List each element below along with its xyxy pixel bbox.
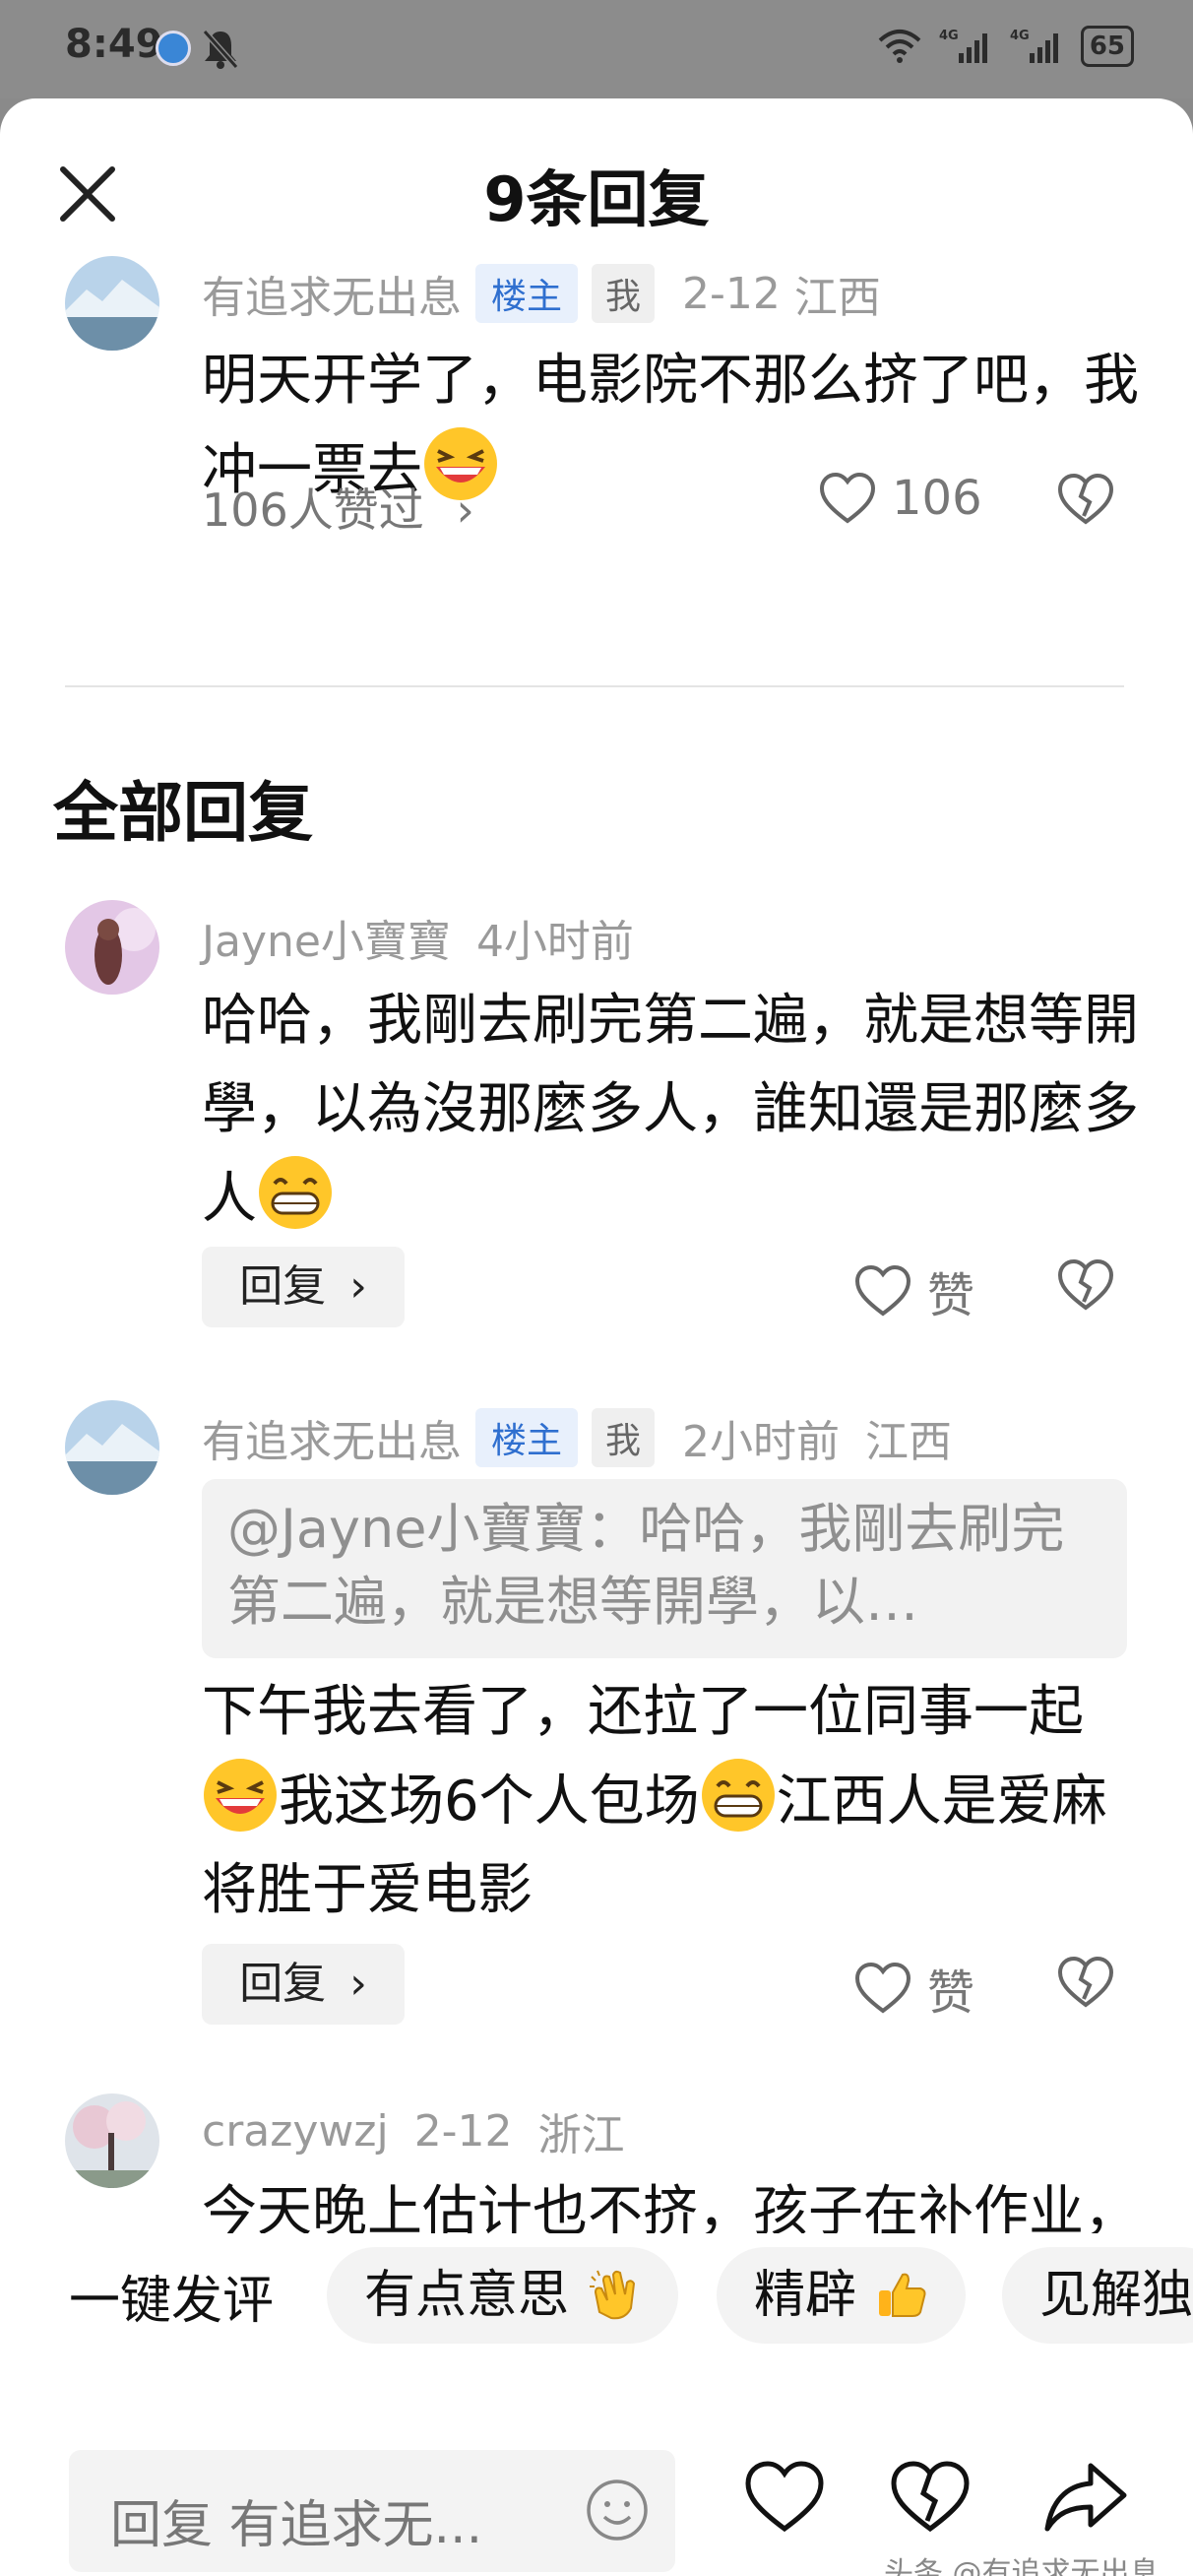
author-name[interactable]: 有追求无出息 xyxy=(202,1406,462,1469)
like-count: 106 xyxy=(892,471,982,526)
status-time: 8:49 xyxy=(65,22,163,67)
reply-time: 2小时前 xyxy=(682,1417,841,1467)
divider xyxy=(65,685,1124,687)
heart-icon[interactable] xyxy=(744,2460,825,2535)
like-label: 赞 xyxy=(927,1965,975,2021)
reply-text-part1: 下午我去看了，还拉了一位同事一起 xyxy=(202,1680,1084,1744)
comment-location: 江西 xyxy=(793,273,881,323)
reply-meta: Jayne小寶寶 4小时前 xyxy=(202,906,634,969)
like-label: 赞 xyxy=(927,1268,975,1323)
reply-location: 江西 xyxy=(865,1417,953,1467)
share-icon[interactable] xyxy=(1041,2460,1130,2535)
grinning-emoji-icon xyxy=(259,1156,332,1229)
signal-icon-2: 4G xyxy=(1010,29,1058,63)
reply-sheet: 9条回复 有追求无出息 楼主 我 2-12 江西 明天开学了，电影院不那么挤了吧… xyxy=(0,98,1193,2576)
comment-date: 2-12 xyxy=(682,268,781,319)
chip-label: 有点意思 xyxy=(364,2266,570,2325)
avatar[interactable] xyxy=(65,1400,159,1495)
reply-text: 下午我去看了，还拉了一位同事一起我这场6个人包场 江西人是爱麻将胜于爱电影 xyxy=(202,1668,1147,1935)
like-button[interactable]: 106 xyxy=(819,471,982,526)
quick-comment-chip[interactable]: 见解独 xyxy=(1002,2247,1193,2344)
page-title: 9条回复 xyxy=(483,163,710,235)
quick-comment-chip[interactable]: 精辟 xyxy=(717,2247,966,2344)
me-badge: 我 xyxy=(592,264,656,323)
quoted-reply[interactable]: @Jayne小寶寶：哈哈，我剛去刷完第二遍，就是想等開學，以… xyxy=(202,1479,1127,1658)
smile-icon[interactable] xyxy=(585,2478,650,2543)
chevron-right-icon: › xyxy=(456,483,474,537)
svg-text:4G: 4G xyxy=(939,29,959,43)
like-button[interactable]: 赞 xyxy=(854,1256,974,1325)
reply-date: 2-12 xyxy=(413,2105,513,2157)
reply-time: 4小时前 xyxy=(475,917,634,967)
author-name[interactable]: Jayne小寶寶 xyxy=(202,906,451,969)
mute-bell-icon xyxy=(202,30,239,69)
reply-location: 浙江 xyxy=(537,2110,625,2160)
broken-heart-icon[interactable] xyxy=(1057,473,1114,526)
reply-button-label: 回复 xyxy=(239,1261,327,1312)
quick-comment-label: 一键发评 xyxy=(69,2272,275,2331)
laughing-emoji-icon xyxy=(204,1759,277,1832)
owner-badge: 楼主 xyxy=(475,1408,579,1467)
thumbs-up-icon xyxy=(878,2273,926,2317)
watermark: 头条 @有追求无出息 xyxy=(884,2556,1160,2576)
section-title: 全部回复 xyxy=(53,775,313,851)
status-bar: 8:49 4G 4G 65 xyxy=(0,0,1193,98)
avatar[interactable] xyxy=(65,2093,159,2188)
clapping-hands-icon xyxy=(589,2270,635,2320)
chip-label: 精辟 xyxy=(754,2266,857,2325)
reply-text: 哈哈，我剛去刷完第二遍，就是想等開學，以為沒那麼多人，誰知還是那麼多人 xyxy=(202,977,1147,1244)
comment-meta: 有追求无出息 楼主 我 2-12 江西 xyxy=(202,262,881,325)
chip-label: 见解独 xyxy=(1039,2266,1193,2325)
reply-input-placeholder: 回复 有追求无... xyxy=(110,2496,483,2555)
reply-meta: 有追求无出息 楼主 我 2小时前 江西 xyxy=(202,1406,952,1469)
me-badge: 我 xyxy=(592,1408,656,1467)
svg-text:4G: 4G xyxy=(1010,29,1030,43)
heart-icon xyxy=(819,472,876,524)
quick-comment-chip[interactable]: 有点意思 xyxy=(327,2247,678,2344)
like-button[interactable]: 赞 xyxy=(854,1954,974,2023)
avatar[interactable] xyxy=(65,256,159,351)
reply-meta: crazywzj 2-12 浙江 xyxy=(202,2099,625,2162)
grinning-emoji-icon xyxy=(701,1759,775,1832)
heart-icon xyxy=(854,1962,911,2014)
reply-text-part2: 我这场6个人包场 xyxy=(279,1770,700,1834)
likes-summary[interactable]: 106人赞过 › xyxy=(202,475,474,540)
avatar[interactable] xyxy=(65,900,159,995)
battery-icon: 65 xyxy=(1080,26,1134,67)
broken-heart-icon[interactable] xyxy=(890,2460,971,2535)
wifi-icon xyxy=(878,30,921,63)
quick-comment-bar: 一键发评 有点意思 精辟 见解独 xyxy=(0,2233,1193,2351)
app-notification-icon xyxy=(156,31,191,66)
author-name[interactable]: 有追求无出息 xyxy=(202,262,462,325)
reply-text-content: 哈哈，我剛去刷完第二遍，就是想等開學，以為沒那麼多人，誰知還是那麼多人 xyxy=(202,989,1139,1231)
status-icons: 4G 4G 65 xyxy=(878,26,1134,67)
reply-button[interactable]: 回复 › xyxy=(202,1247,405,1327)
chevron-right-icon: › xyxy=(349,1261,367,1312)
broken-heart-icon[interactable] xyxy=(1057,1956,1114,2009)
reply-button-label: 回复 xyxy=(239,1959,327,2009)
author-name[interactable]: crazywzj xyxy=(202,2106,389,2157)
heart-icon xyxy=(854,1264,911,1317)
broken-heart-icon[interactable] xyxy=(1057,1258,1114,1312)
owner-badge: 楼主 xyxy=(475,264,579,323)
likes-summary-text: 106人赞过 xyxy=(202,483,424,537)
reply-input[interactable]: 回复 有追求无... xyxy=(69,2450,675,2572)
chevron-right-icon: › xyxy=(349,1959,367,2009)
signal-icon: 4G xyxy=(939,29,987,63)
reply-button[interactable]: 回复 › xyxy=(202,1944,405,2025)
